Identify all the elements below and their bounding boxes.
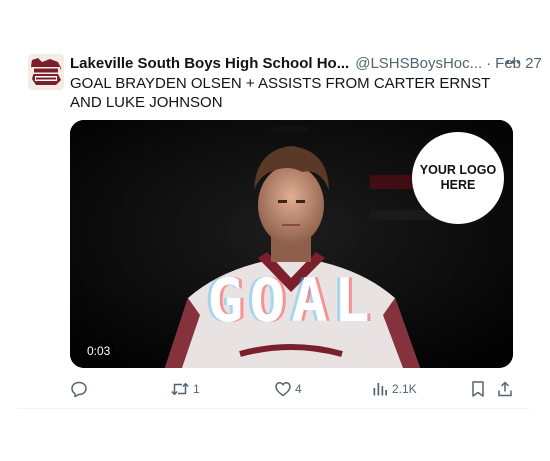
logo-line-2: HERE: [440, 178, 476, 192]
tweet-text: GOAL BRAYDEN OLSEN + ASSISTS FROM CARTER…: [70, 75, 490, 111]
team-logo-avatar[interactable]: [28, 54, 64, 90]
reply-icon: [71, 381, 87, 398]
views-icon: [373, 383, 387, 396]
goal-overlay-text: GOAL: [207, 266, 376, 336]
retweet-count: 1: [193, 382, 200, 396]
bookmark-button[interactable]: [470, 380, 486, 398]
heart-icon: [275, 382, 291, 397]
like-count: 4: [295, 382, 302, 396]
logo-placeholder: YOUR LOGO HERE: [412, 132, 504, 224]
views-count: 2.1K: [392, 382, 417, 396]
video-player[interactable]: YOUR LOGO HERE GOAL 0:03: [70, 120, 513, 368]
share-icon: [498, 381, 512, 397]
share-button[interactable]: [496, 380, 514, 398]
tweet-header: Lakeville South Boys High School Ho... @…: [70, 53, 542, 73]
action-bar: 1 4 2.1K: [18, 380, 530, 402]
tweet-card[interactable]: Lakeville South Boys High School Ho... @…: [18, 42, 542, 410]
retweet-icon: [171, 382, 189, 396]
author-name[interactable]: Lakeville South Boys High School Ho...: [70, 55, 349, 72]
reply-button[interactable]: [70, 380, 88, 398]
video-timestamp: 0:03: [83, 343, 115, 359]
header-separator: ·: [486, 54, 492, 72]
bookmark-icon: [472, 381, 484, 397]
more-icon[interactable]: [504, 53, 522, 71]
views-button[interactable]: 2.1K: [371, 380, 417, 398]
retweet-button[interactable]: 1: [170, 380, 200, 398]
like-button[interactable]: 4: [274, 380, 302, 398]
card-divider: [18, 408, 530, 409]
author-handle[interactable]: @LSHSBoysHoc...: [355, 55, 482, 72]
team-logo-icon: [28, 54, 64, 90]
logo-line-1: YOUR LOGO: [419, 163, 497, 177]
